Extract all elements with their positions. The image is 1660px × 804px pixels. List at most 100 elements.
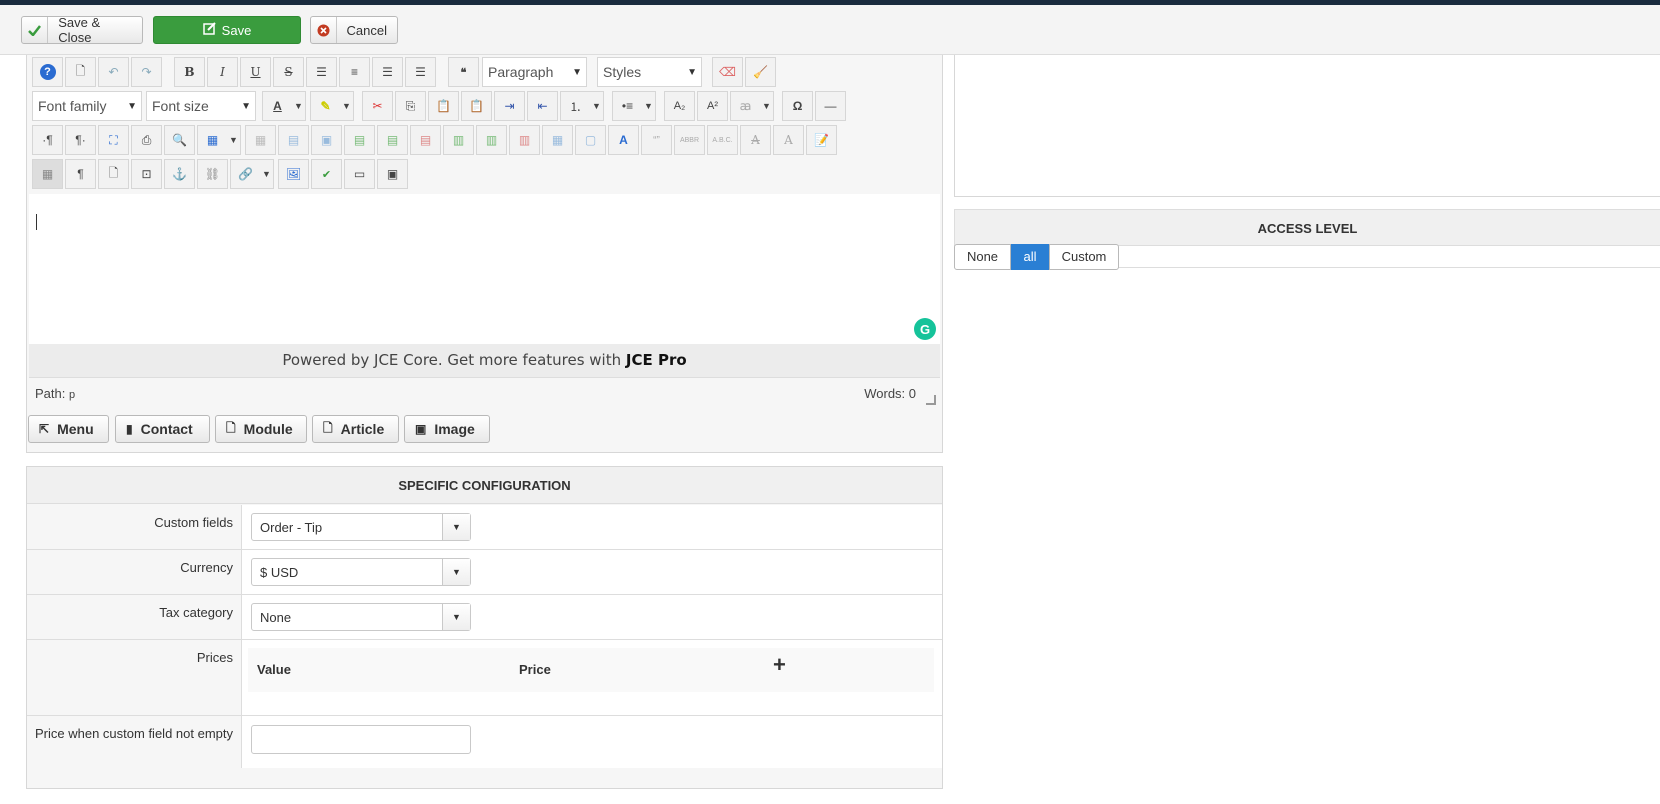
ordered-list-icon[interactable]: ⒈ xyxy=(560,91,591,121)
bold-icon[interactable]: B xyxy=(174,57,205,87)
del-icon[interactable]: A xyxy=(740,125,771,155)
italic-icon[interactable]: I xyxy=(207,57,238,87)
add-price-icon[interactable]: + xyxy=(773,652,786,678)
anchor-icon[interactable]: ⊡ xyxy=(131,159,162,189)
chevron-down-icon[interactable]: ▼ xyxy=(642,91,656,121)
superscript-icon[interactable]: A² xyxy=(697,91,728,121)
styles-select[interactable]: Styles ▼ xyxy=(597,57,702,87)
delete-table-icon[interactable]: ▦ xyxy=(245,125,276,155)
spellcheck-icon[interactable]: ✔ xyxy=(311,159,342,189)
merge-cells-icon[interactable]: ▢ xyxy=(575,125,606,155)
pagebreak-icon[interactable]: ▣ xyxy=(377,159,408,189)
link-icon[interactable]: 🔗 xyxy=(230,159,261,189)
delete-col-icon[interactable]: ▥ xyxy=(509,125,540,155)
row-before-icon[interactable]: ▤ xyxy=(344,125,375,155)
save-button[interactable]: Save xyxy=(153,16,301,44)
font-size-select[interactable]: Font size ▼ xyxy=(146,91,256,121)
eraser-icon[interactable]: ⌫ xyxy=(712,57,743,87)
fullscreen-icon[interactable]: ⛶ xyxy=(98,125,129,155)
strikethrough-icon[interactable]: S xyxy=(273,57,304,87)
highlight-color-icon[interactable]: ✎ xyxy=(310,91,341,121)
editor-content-area[interactable]: G xyxy=(29,194,940,344)
chevron-down-icon[interactable]: ▼ xyxy=(760,91,774,121)
menu-button[interactable]: ⇱ Menu xyxy=(28,415,109,443)
custom-fields-select[interactable]: Order - Tip ▼ xyxy=(251,513,471,541)
cite-icon[interactable]: “” xyxy=(641,125,672,155)
copy-icon[interactable]: ⎘ xyxy=(395,91,426,121)
image-button[interactable]: ▣ Image xyxy=(404,415,490,443)
justify-icon[interactable]: ☰ xyxy=(306,57,337,87)
format-select[interactable]: Paragraph ▼ xyxy=(482,57,587,87)
split-cells-icon[interactable]: ▦ xyxy=(542,125,573,155)
row-props-icon[interactable]: ▤ xyxy=(278,125,309,155)
cell-props-icon[interactable]: ▣ xyxy=(311,125,342,155)
access-option-all[interactable]: all xyxy=(1011,244,1049,270)
col-before-icon[interactable]: ▥ xyxy=(443,125,474,155)
access-option-none[interactable]: None xyxy=(954,244,1011,270)
align-right-icon[interactable]: ☰ xyxy=(405,57,436,87)
cancel-button[interactable]: Cancel xyxy=(310,16,398,44)
redo-icon[interactable]: ↷ xyxy=(131,57,162,87)
resize-handle-icon[interactable] xyxy=(926,395,936,405)
print-icon[interactable]: ⎙ xyxy=(131,125,162,155)
delete-row-icon[interactable]: ▤ xyxy=(410,125,441,155)
paste-icon[interactable]: 📋 xyxy=(428,91,459,121)
col-after-icon[interactable]: ▥ xyxy=(476,125,507,155)
align-left-icon[interactable]: ☰ xyxy=(372,57,403,87)
visual-aid-icon[interactable]: ▦ xyxy=(32,159,63,189)
blockquote-icon[interactable]: ❝ xyxy=(448,57,479,87)
acronym-icon[interactable]: A.B.C. xyxy=(707,125,738,155)
font-family-select[interactable]: Font family ▼ xyxy=(32,91,142,121)
ins-icon[interactable]: A xyxy=(773,125,804,155)
subscript-icon[interactable]: A₂ xyxy=(664,91,695,121)
text-color-icon[interactable]: A xyxy=(262,91,293,121)
anchor-link-icon[interactable]: ⚓ xyxy=(164,159,195,189)
price-not-empty-input[interactable] xyxy=(251,725,471,754)
abbr-icon[interactable]: ABBR xyxy=(674,125,705,155)
chevron-down-icon[interactable]: ▼ xyxy=(292,91,306,121)
underline-icon[interactable]: U xyxy=(240,57,271,87)
module-button[interactable]: 🗋 Module xyxy=(215,415,307,443)
path-element[interactable]: p xyxy=(69,389,75,401)
rtl-icon[interactable]: ¶· xyxy=(65,125,96,155)
tax-category-select[interactable]: None ▼ xyxy=(251,603,471,631)
jce-pro-link[interactable]: JCE Pro xyxy=(626,351,687,369)
horizontal-rule-icon[interactable]: — xyxy=(815,91,846,121)
visual-chars-icon[interactable]: ¶ xyxy=(65,159,96,189)
cut-icon[interactable]: ✂ xyxy=(362,91,393,121)
contact-button[interactable]: ▮ Contact xyxy=(115,415,210,443)
ltr-icon[interactable]: ·¶ xyxy=(32,125,63,155)
readmore-icon[interactable]: ▭ xyxy=(344,159,375,189)
chevron-down-icon[interactable]: ▼ xyxy=(590,91,604,121)
indent-icon[interactable]: ⇥ xyxy=(494,91,525,121)
save-close-button[interactable]: Save & Close xyxy=(21,15,143,45)
undo-icon[interactable]: ↶ xyxy=(98,57,129,87)
table-icon[interactable]: ▦ xyxy=(197,125,228,155)
access-option-custom[interactable]: Custom xyxy=(1049,244,1119,270)
style-props-icon[interactable]: A xyxy=(608,125,639,155)
align-center-icon[interactable]: ≡ xyxy=(339,57,370,87)
attributes-icon[interactable]: 📝 xyxy=(806,125,837,155)
chevron-down-icon[interactable]: ▼ xyxy=(227,125,241,155)
price-not-empty-row: Price when custom field not empty xyxy=(27,716,942,768)
chevron-down-icon[interactable]: ▼ xyxy=(340,91,354,121)
paste-text-icon[interactable]: 📋 xyxy=(461,91,492,121)
image-icon[interactable]: 🖼 xyxy=(278,159,309,189)
non-breaking-icon[interactable]: 🗋 xyxy=(98,159,129,189)
help-icon[interactable]: ? xyxy=(32,57,63,87)
currency-select[interactable]: $ USD ▼ xyxy=(251,558,471,586)
clean-code-icon[interactable]: 🧹 xyxy=(745,57,776,87)
search-replace-icon[interactable]: 🔍 xyxy=(164,125,195,155)
language-icon[interactable]: ꜳ xyxy=(730,91,761,121)
grammarly-icon[interactable]: G xyxy=(914,318,936,340)
new-document-icon[interactable]: 🗋 xyxy=(65,57,96,87)
outdent-icon[interactable]: ⇤ xyxy=(527,91,558,121)
article-button[interactable]: 🗋 Article xyxy=(312,415,399,443)
share-icon: ⇱ xyxy=(39,422,50,436)
prices-row: Prices Value Price + xyxy=(27,640,942,716)
chevron-down-icon[interactable]: ▼ xyxy=(260,159,274,189)
special-chars-icon[interactable]: Ω xyxy=(782,91,813,121)
unordered-list-icon[interactable]: •≡ xyxy=(612,91,643,121)
unlink-icon[interactable]: ⛓ xyxy=(197,159,228,189)
row-after-icon[interactable]: ▤ xyxy=(377,125,408,155)
